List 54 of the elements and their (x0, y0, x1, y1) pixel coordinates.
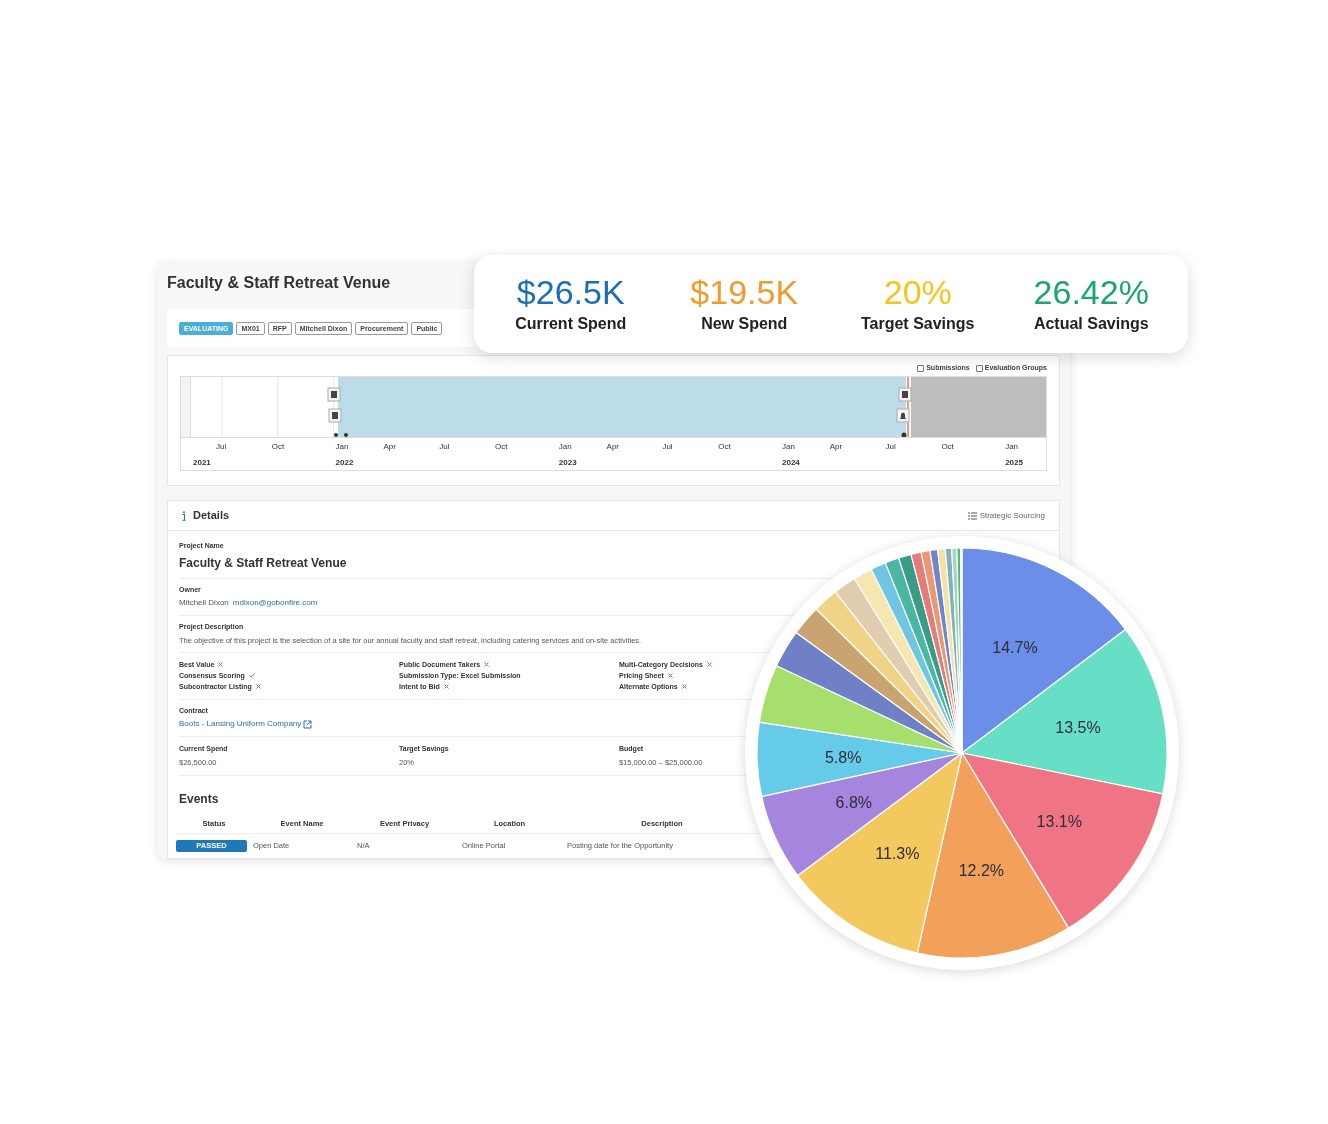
month-label: Jul (662, 441, 673, 453)
month-label: Apr (383, 441, 396, 453)
slice-label: 5.8% (824, 748, 862, 766)
month-label: Jan (558, 441, 572, 453)
month-label: Apr (606, 441, 620, 453)
scroll-bar[interactable] (181, 377, 191, 437)
stat-value: $26.5K (516, 272, 625, 312)
year-label: 2025 (1005, 457, 1023, 469)
month-label: Oct (271, 441, 285, 453)
slice-label: 13.5% (1055, 718, 1101, 736)
stat-value: 20% (883, 272, 952, 312)
slice-label: 13.1% (1036, 813, 1082, 831)
info-icon (182, 510, 186, 521)
calendar-icon[interactable] (898, 387, 912, 402)
slice-label: 12.2% (958, 862, 1005, 880)
month-label: Oct (495, 441, 508, 453)
external-link-icon (303, 719, 313, 729)
stat-label: Target Savings (861, 314, 975, 334)
milestone-dot (334, 433, 348, 437)
month-label: Apr (829, 441, 843, 453)
email-link[interactable]: mdixon@gobonfire.com (232, 597, 318, 609)
slice-label: 11.3% (875, 844, 920, 862)
stat-value: 26.42% (1033, 272, 1149, 312)
month-label: Jul (439, 441, 450, 453)
project-name: Faculty & Staff Retreat Venue (179, 554, 348, 572)
calendar-icon[interactable] (327, 387, 341, 402)
stat-label: Current Spend (515, 314, 627, 334)
slice-label: 6.8% (835, 794, 872, 812)
month-label: Jul (216, 441, 227, 453)
year-label: 2023 (558, 457, 577, 469)
bell-icon[interactable] (896, 408, 910, 423)
contract-link[interactable]: Boots - Lansing Uniform Company (179, 718, 302, 731)
owner-name: Mitchell Dixon (179, 597, 229, 609)
month-label: Jan (1005, 441, 1019, 453)
stat-label: New Spend (701, 314, 788, 334)
section-title: Events (179, 791, 219, 808)
panel-title: Details (193, 508, 230, 524)
stat-label: Actual Savings (1033, 314, 1149, 334)
year-label: 2022 (335, 457, 354, 469)
page-title: Faculty & Staff Retreat Venue (167, 272, 391, 293)
category-link[interactable]: Strategic Sourcing (979, 509, 1045, 522)
month-label: Jan (782, 441, 795, 453)
month-label: Jul (885, 441, 896, 453)
list-icon (967, 511, 977, 520)
month-label: Oct (941, 441, 954, 453)
slice-label: 14.7% (992, 638, 1038, 656)
checkbox[interactable] (975, 364, 983, 372)
month-label: Oct (718, 441, 731, 453)
year-label: 2021 (193, 457, 211, 469)
month-label: Jan (335, 441, 349, 453)
checkbox[interactable] (917, 364, 925, 372)
stat-value: $19.5K (690, 272, 799, 312)
calendar-icon[interactable] (328, 408, 342, 423)
year-label: 2024 (782, 457, 800, 469)
